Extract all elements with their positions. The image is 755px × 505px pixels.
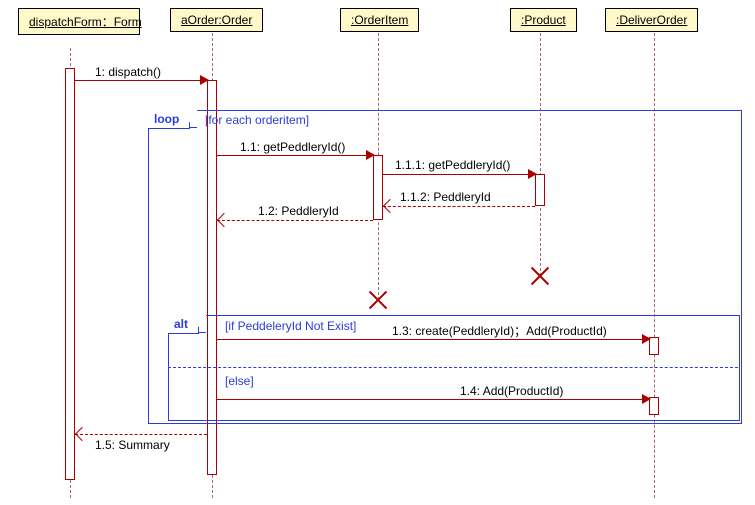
lifeline-aorder: aOrder:Order xyxy=(170,8,263,32)
message-line xyxy=(217,399,645,400)
message-return-line xyxy=(217,220,373,221)
lifeline-label: dispatchForm：Form xyxy=(29,15,142,29)
alt-divider xyxy=(168,367,738,368)
fragment-guard: [for each orderitem] xyxy=(205,113,309,127)
message-line xyxy=(217,155,369,156)
message-return-line xyxy=(383,206,535,207)
message-label: 1.4: Add(ProductId) xyxy=(460,384,563,398)
arrow-right-icon xyxy=(642,394,651,404)
fragment-label: loop xyxy=(148,110,190,129)
activation xyxy=(65,68,75,480)
arrow-left-open-icon xyxy=(75,427,89,441)
message-line xyxy=(217,339,645,340)
arrow-right-icon xyxy=(528,169,537,179)
arrow-right-icon xyxy=(200,75,209,85)
message-label: 1.3: create(PeddleryId)；Add(ProductId) xyxy=(392,322,607,339)
lifeline-label: :Product xyxy=(521,13,566,27)
arrow-right-icon xyxy=(366,150,375,160)
message-label: 1.1.2: PeddleryId xyxy=(400,190,491,204)
lifeline-deliverorder: :DeliverOrder xyxy=(605,8,698,32)
message-label: 1.5: Summary xyxy=(95,438,170,452)
message-line xyxy=(75,80,202,81)
sequence-diagram: dispatchForm：Form aOrder:Order :OrderIte… xyxy=(0,0,755,505)
message-label: 1.2: PeddleryId xyxy=(258,204,339,218)
message-label: 1: dispatch() xyxy=(95,65,161,79)
lifeline-dispatchform: dispatchForm：Form xyxy=(18,8,140,35)
fragment-guard: [else] xyxy=(225,374,254,388)
lifeline-label: aOrder:Order xyxy=(181,13,252,27)
message-label: 1.1: getPeddleryId() xyxy=(240,140,345,154)
message-line xyxy=(383,174,531,175)
message-label: 1.1.1: getPeddleryId() xyxy=(395,158,510,172)
lifeline-label: :DeliverOrder xyxy=(616,13,687,27)
lifeline-product: :Product xyxy=(510,8,577,32)
message-return-line xyxy=(75,434,207,435)
fragment-label: alt xyxy=(168,315,199,334)
lifeline-orderitem: :OrderItem xyxy=(340,8,419,32)
lifeline-label: :OrderItem xyxy=(351,13,408,27)
arrow-right-icon xyxy=(642,334,651,344)
fragment-guard: [if PeddeleryId Not Exist] xyxy=(225,319,356,333)
